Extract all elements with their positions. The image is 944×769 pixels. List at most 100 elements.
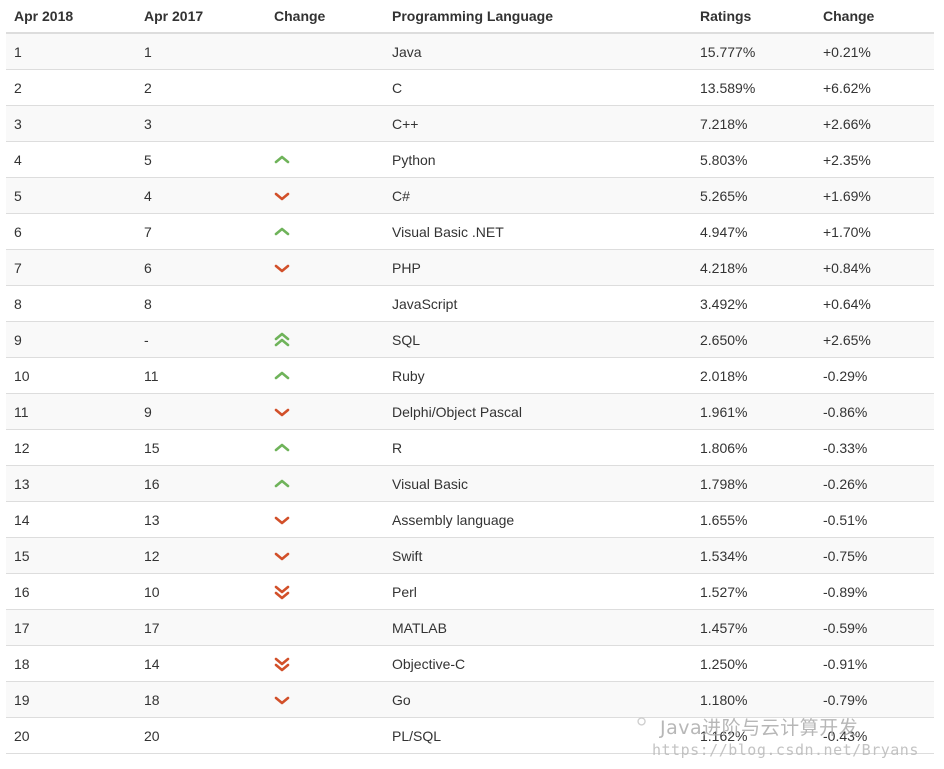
cell-rating: 15.777% — [692, 32, 815, 70]
cell-rating: 7.218% — [692, 105, 815, 142]
cell-language: C++ — [384, 105, 692, 142]
cell-rating-change: -0.59% — [815, 609, 934, 646]
cell-rank-2018: 9 — [6, 321, 136, 358]
cell-language: Delphi/Object Pascal — [384, 393, 692, 430]
cell-language: Java — [384, 32, 692, 70]
cell-trend — [266, 105, 384, 142]
header-change-rating[interactable]: Change — [815, 0, 934, 34]
cell-rating-change: -0.29% — [815, 357, 934, 394]
cell-language: C — [384, 69, 692, 106]
header-apr-2018[interactable]: Apr 2018 — [6, 0, 136, 34]
chevron-down-icon — [274, 264, 290, 273]
watermark-title: Java进阶与云计算开发 — [660, 717, 859, 739]
cell-rating: 5.803% — [692, 141, 815, 178]
table-row: 16 10 Perl 1.527% -0.89% — [6, 573, 934, 610]
cell-rank-2017: 8 — [136, 285, 266, 322]
cell-rating: 1.457% — [692, 609, 815, 646]
cell-rank-2017: 13 — [136, 501, 266, 538]
cell-rating-change: +0.64% — [815, 285, 934, 322]
cell-rank-2018: 10 — [6, 357, 136, 394]
cell-trend — [266, 69, 384, 106]
cell-rank-2017: 20 — [136, 717, 266, 754]
cell-rating-change: +2.66% — [815, 105, 934, 142]
cell-rating: 1.250% — [692, 645, 815, 682]
cell-rank-2018: 11 — [6, 393, 136, 430]
cell-rank-2018: 16 — [6, 573, 136, 610]
table-row: 13 16 Visual Basic 1.798% -0.26% — [6, 465, 934, 502]
cell-language: PHP — [384, 249, 692, 286]
cell-language: Objective-C — [384, 645, 692, 682]
cell-rank-2018: 4 — [6, 141, 136, 178]
table-row: 18 14 Objective-C 1.250% -0.91% — [6, 645, 934, 682]
cell-rank-2017: 18 — [136, 681, 266, 718]
cell-trend — [266, 537, 384, 574]
cell-trend — [266, 141, 384, 178]
double-chevron-down-icon — [274, 657, 290, 672]
table-row: 1 1 Java 15.777% +0.21% — [6, 32, 934, 70]
cell-rating-change: +2.65% — [815, 321, 934, 358]
cell-language: Perl — [384, 573, 692, 610]
cell-trend — [266, 393, 384, 430]
table-row: 15 12 Swift 1.534% -0.75% — [6, 537, 934, 574]
cell-rank-2018: 18 — [6, 645, 136, 682]
cell-rank-2017: 4 — [136, 177, 266, 214]
cell-trend — [266, 573, 384, 610]
cell-rating-change: +0.84% — [815, 249, 934, 286]
chevron-down-icon — [274, 408, 290, 417]
cell-rank-2018: 7 — [6, 249, 136, 286]
cell-language: Assembly language — [384, 501, 692, 538]
cell-rank-2017: 17 — [136, 609, 266, 646]
double-chevron-down-icon — [274, 585, 290, 600]
table-row: 10 11 Ruby 2.018% -0.29% — [6, 357, 934, 394]
table-row: 7 6 PHP 4.218% +0.84% — [6, 249, 934, 286]
header-apr-2017[interactable]: Apr 2017 — [136, 0, 266, 34]
header-programming-language[interactable]: Programming Language — [384, 0, 692, 34]
cell-rating-change: -0.26% — [815, 465, 934, 502]
cell-rank-2018: 8 — [6, 285, 136, 322]
cell-rating-change: -0.51% — [815, 501, 934, 538]
wechat-icon: ⚪ — [634, 712, 650, 733]
cell-language: SQL — [384, 321, 692, 358]
cell-rank-2018: 19 — [6, 681, 136, 718]
cell-rating-change: +2.35% — [815, 141, 934, 178]
chevron-down-icon — [274, 516, 290, 525]
cell-rating: 2.018% — [692, 357, 815, 394]
cell-rank-2017: - — [136, 321, 266, 358]
cell-rating: 4.947% — [692, 213, 815, 250]
cell-rating-change: -0.91% — [815, 645, 934, 682]
cell-rank-2017: 9 — [136, 393, 266, 430]
cell-rating-change: +1.70% — [815, 213, 934, 250]
header-ratings[interactable]: Ratings — [692, 0, 815, 34]
cell-rating-change: -0.89% — [815, 573, 934, 610]
cell-rank-2017: 12 — [136, 537, 266, 574]
cell-rank-2017: 1 — [136, 32, 266, 70]
cell-rank-2018: 17 — [6, 609, 136, 646]
cell-rating-change: -0.75% — [815, 537, 934, 574]
table-row: 4 5 Python 5.803% +2.35% — [6, 141, 934, 178]
table-row: 6 7 Visual Basic .NET 4.947% +1.70% — [6, 213, 934, 250]
table-row: 5 4 C# 5.265% +1.69% — [6, 177, 934, 214]
chevron-down-icon — [274, 552, 290, 561]
table-row: 11 9 Delphi/Object Pascal 1.961% -0.86% — [6, 393, 934, 430]
cell-rating-change: -0.86% — [815, 393, 934, 430]
cell-trend — [266, 32, 384, 70]
chevron-up-icon — [274, 443, 290, 452]
cell-trend — [266, 429, 384, 466]
table-header: Apr 2018 Apr 2017 Change Programming Lan… — [6, 0, 934, 34]
header-change-rank[interactable]: Change — [266, 0, 384, 34]
table-row: 2 2 C 13.589% +6.62% — [6, 69, 934, 106]
cell-rank-2017: 5 — [136, 141, 266, 178]
cell-language: R — [384, 429, 692, 466]
cell-rank-2017: 15 — [136, 429, 266, 466]
cell-rank-2018: 12 — [6, 429, 136, 466]
cell-rating: 2.650% — [692, 321, 815, 358]
cell-rank-2017: 6 — [136, 249, 266, 286]
chevron-down-icon — [274, 192, 290, 201]
cell-trend — [266, 501, 384, 538]
table-row: 12 15 R 1.806% -0.33% — [6, 429, 934, 466]
table-body: 1 1 Java 15.777% +0.21% 2 2 C 13.589% +6.62% 3 3 C++… — [6, 32, 934, 754]
cell-rating: 1.798% — [692, 465, 815, 502]
table-row: 8 8 JavaScript 3.492% +0.64% — [6, 285, 934, 322]
cell-rating: 4.218% — [692, 249, 815, 286]
cell-rating-change: +1.69% — [815, 177, 934, 214]
